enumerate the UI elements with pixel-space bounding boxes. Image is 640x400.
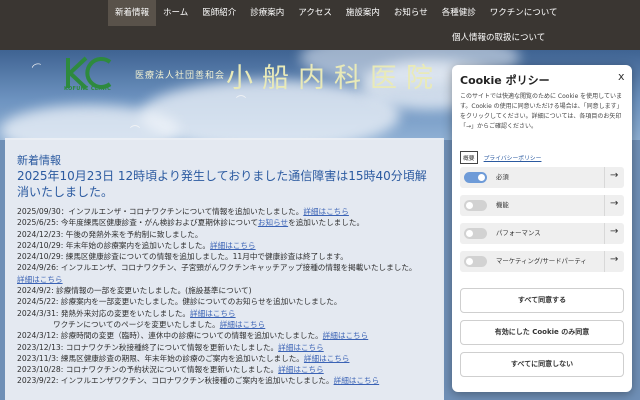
nav-item-privacy[interactable]: 個人情報の取扱について [452, 26, 545, 50]
nav-item-facility[interactable]: 施設案内 [339, 0, 387, 26]
cookie-category-performance[interactable]: パフォーマンス → [460, 223, 624, 244]
news-item: 2023/12/13: コロナワクチン秋接種終了について情報を更新いたしました。… [17, 342, 324, 352]
news-item: 2024/5/22: 診療案内を一部変更いたしました。健診についてのお知らせを追… [17, 297, 342, 307]
news-list: 2025/09/30：インフルエンザ・コロナワクチンについて情報を追加いたしまし… [17, 206, 447, 387]
news-detail-link[interactable]: 詳細はこちら [220, 320, 266, 329]
accept-selected-button[interactable]: 有効にした Cookie のみ同意 [460, 320, 624, 345]
arrow-right-icon[interactable]: → [610, 254, 618, 265]
news-alert: 2025年10月23日 12時頃より発生しておりました通信障害は15時40分頃解… [17, 169, 427, 199]
news-item: 2023/11/3: 練馬区健康診査の期限、年末年始の診療のご案内を追加いたしま… [17, 353, 350, 363]
news-item: 2025/09/30：インフルエンザ・コロナワクチンについて情報を追加いたしまし… [17, 207, 349, 216]
news-detail-link[interactable]: 詳細はこちら [334, 376, 380, 385]
cookie-description: このサイトでは快適な閲覧のために Cookie を使用しています。Cookie … [460, 93, 623, 130]
news-detail-link[interactable]: 詳細はこちら [278, 365, 324, 374]
privacy-policy-link[interactable]: プライバシーポリシー [484, 153, 542, 162]
nav-item-home[interactable]: ホーム [156, 0, 195, 26]
cookie-category-label: 機能 [496, 201, 509, 209]
cookie-details-link[interactable]: 概要 [460, 151, 478, 164]
nav-item-news[interactable]: 新着情報 [108, 0, 157, 26]
cookie-category-label: マーケティング/サードパーティ [496, 257, 587, 265]
nav-item-medical-info[interactable]: 診療案内 [243, 0, 291, 26]
news-item: 2024/9/26: インフルエンザ、コロナワクチン、子宮頸がんワクチンキャッチ… [17, 263, 417, 273]
cookie-category-label: パフォーマンス [496, 229, 541, 237]
news-panel: 新着情報 2025年10月23日 12時頃より発生しておりました通信障害は15時… [5, 138, 444, 400]
corporation-name: 医療法人社団善和会 [135, 71, 226, 81]
news-detail-link[interactable]: 詳細はこちら [278, 343, 324, 352]
arrow-right-icon[interactable]: → [610, 170, 618, 181]
news-item: 2024/3/12: 診療時間の変更（臨時）、連休中の診療についての情報を追加い… [17, 331, 369, 341]
nav-item-checkups[interactable]: 各種健診 [435, 0, 483, 26]
cookie-category-label: 必須 [496, 173, 509, 181]
arrow-right-icon[interactable]: → [610, 198, 618, 209]
news-item: 詳細はこちら [17, 274, 447, 285]
seagull-icon: ⌒ [236, 96, 246, 107]
cookie-toggle-marketing[interactable] [464, 256, 487, 267]
logo-text: KOFUNE CLINIC [64, 86, 112, 92]
close-icon[interactable]: x [618, 70, 625, 83]
news-detail-link[interactable]: 詳細はこちら [304, 354, 350, 363]
news-item: 2025/6/25: 今年度練馬区健康診査・がん検診および夏期休診についてお知ら… [17, 218, 365, 228]
arrow-right-icon[interactable]: → [610, 226, 618, 237]
accept-all-button[interactable]: すべて同意する [460, 288, 624, 313]
reject-all-button[interactable]: すべてに同意しない [460, 352, 624, 377]
news-detail-link[interactable]: 詳細はこちら [17, 275, 63, 284]
news-detail-link[interactable]: 詳細はこちら [303, 207, 349, 216]
nav-item-doctor[interactable]: 医師紹介 [195, 0, 243, 26]
seagull-icon: ⌒ [130, 126, 140, 137]
cookie-toggle-performance[interactable] [464, 228, 487, 239]
news-item: 2024/9/2: 診療情報の一部を変更いたしました。(施設基準について) [17, 286, 252, 296]
nav-menu: 新着情報 ホーム 医師紹介 診療案内 アクセス 施設案内 お知らせ 各種健診 ワ… [108, 0, 565, 26]
cookie-toggle-functional[interactable] [464, 200, 487, 211]
cookie-title: Cookie ポリシー [460, 74, 550, 87]
news-notice-link[interactable]: お知らせ [258, 218, 288, 227]
cookie-category-functional[interactable]: 機能 → [460, 195, 624, 216]
news-item: 2023/9/22: インフルエンザワクチン、コロナワクチン秋接種のご案内を追加… [17, 376, 380, 386]
cookie-toggle-required[interactable] [464, 172, 487, 183]
news-item: 2024/12/23: 午後の発熱外来を予約制に致しました。 [17, 229, 203, 239]
nav-item-notices[interactable]: お知らせ [387, 0, 435, 26]
cookie-dialog: Cookie ポリシー x このサイトでは快適な閲覧のために Cookie を使… [452, 65, 632, 392]
news-detail-link[interactable]: 詳細はこちら [190, 309, 236, 318]
news-heading: 新着情報 [17, 154, 61, 167]
nav-item-access[interactable]: アクセス [291, 0, 339, 26]
nav-item-vaccine[interactable]: ワクチンについて [483, 0, 565, 26]
clinic-name: 小船内科医院 [226, 63, 442, 94]
news-item: 2024/10/29: 練馬区健康診査についての情報を追加しました。11月中で健… [17, 252, 348, 262]
news-item: 2023/10/28: コロナワクチンの予約状況について情報を更新いたしました。… [17, 365, 324, 375]
top-navigation: 新着情報 ホーム 医師紹介 診療案内 アクセス 施設案内 お知らせ 各種健診 ワ… [0, 0, 640, 50]
news-item: 2024/3/31: 発熱外来対応の変更をいたしました。詳細はこちら [17, 308, 236, 318]
cookie-links: 概要 プライバシーポリシー [460, 151, 541, 164]
news-detail-link[interactable]: 詳細はこちら [323, 331, 369, 340]
news-detail-link[interactable]: 詳細はこちら [210, 241, 256, 250]
news-item: 2024/10/29: 年末年始の診療案内を追加いたしました。詳細はこちら [17, 240, 256, 250]
news-item: ワクチンについてのページを変更いたしました。詳細はこちら [53, 319, 266, 329]
cookie-category-required[interactable]: 必須 → [460, 167, 624, 188]
cookie-category-marketing[interactable]: マーケティング/サードパーティ → [460, 251, 624, 272]
